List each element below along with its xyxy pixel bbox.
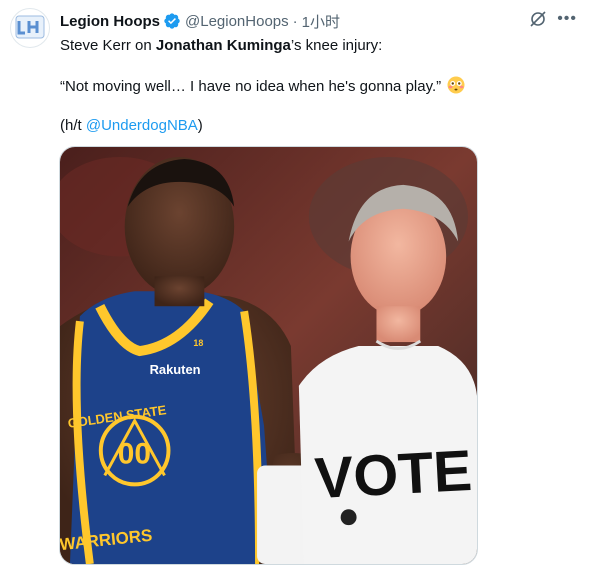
tweet: Legion Hoops @LegionHoops · 1小时 ••• Stev…	[0, 0, 591, 565]
legion-hoops-logo-icon	[15, 15, 45, 39]
jersey-patch-text: 18	[193, 338, 203, 348]
text-segment: (h/t	[60, 117, 86, 134]
jersey-brand-text: Rakuten	[150, 362, 201, 377]
grok-icon[interactable]	[529, 10, 547, 28]
jersey-number-text: 00	[118, 437, 151, 470]
mention-link[interactable]: @UnderdogNBA	[86, 117, 198, 134]
more-icon[interactable]: •••	[557, 10, 577, 28]
shirt-text: VOTE	[313, 439, 473, 511]
tweet-quote: “Not moving well… I have no idea when he…	[60, 76, 560, 96]
verified-badge-icon	[164, 13, 180, 29]
text-segment: )	[197, 117, 203, 134]
text-segment: ’s knee injury:	[290, 37, 383, 54]
tweet-header: Legion Hoops @LegionHoops · 1小时	[60, 10, 340, 32]
text-segment: Steve Kerr on	[60, 37, 156, 54]
timestamp[interactable]: 1小时	[302, 11, 340, 32]
handle[interactable]: @LegionHoops	[185, 13, 289, 30]
flushed-face-emoji-icon	[447, 76, 465, 94]
bold-text: Jonathan Kuminga	[155, 37, 291, 54]
tweet-photo[interactable]: Rakuten 18 GOLDEN STATE 00 WARRIORS VOTE	[59, 146, 478, 565]
separator: ·	[292, 12, 298, 30]
tweet-line-1: Steve Kerr on Jonathan Kuminga’s knee in…	[60, 36, 560, 56]
display-name[interactable]: Legion Hoops	[60, 13, 160, 30]
tweet-actions: •••	[529, 10, 577, 28]
avatar[interactable]	[10, 8, 50, 48]
tweet-text: Steve Kerr on Jonathan Kuminga’s knee in…	[60, 36, 560, 136]
shirt-logo	[340, 509, 357, 526]
quote-text: “Not moving well… I have no idea when he…	[60, 78, 442, 95]
tweet-credit: (h/t @UnderdogNBA)	[60, 116, 560, 136]
